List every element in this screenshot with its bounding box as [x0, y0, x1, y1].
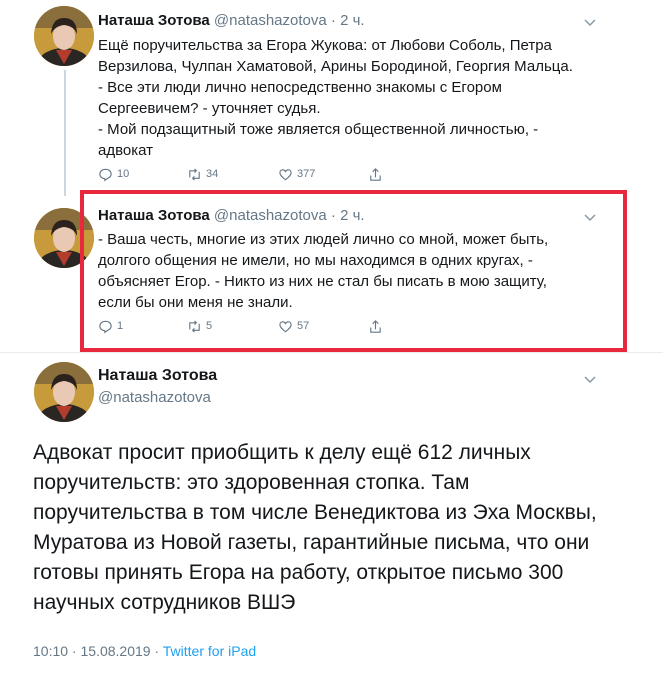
tweet-text-line: - Мой подзащитный тоже является обществе…	[98, 121, 539, 138]
tweet-text-line: Адвокат просит приобщить к делу ещё 612 …	[33, 441, 531, 464]
share-button[interactable]	[368, 164, 387, 184]
heart-icon	[279, 320, 292, 332]
tweet-date[interactable]: 15.08.2019	[81, 643, 151, 659]
tweet-text: Ещё поручительства за Егора Жукова: от Л…	[98, 35, 573, 161]
tweet-text-line: долгого общения не имели, но мы находимс…	[98, 252, 533, 269]
author-name[interactable]: Наташа Зотова	[98, 367, 217, 385]
tweet-time[interactable]: 2 ч.	[340, 207, 365, 224]
avatar[interactable]	[34, 362, 94, 422]
retweet-icon	[189, 319, 200, 333]
tweet-actions: 10 34 377	[98, 164, 398, 184]
share-icon	[370, 167, 381, 181]
thread-line	[64, 70, 66, 196]
separator-dot: ·	[326, 207, 341, 224]
tweet-text-line: Верзилова, Чулпан Хаматовой, Арины Бород…	[98, 58, 573, 75]
retweet-icon	[189, 167, 200, 181]
tweet-text-line: если бы они меня не знали.	[98, 294, 293, 311]
reply-icon	[99, 320, 112, 334]
tweet-text-line: готовы принять Егора на работу, открытое…	[33, 561, 564, 584]
reply-count: 10	[117, 168, 130, 180]
like-count: 57	[297, 320, 310, 332]
tweet-actions: 1 5 57	[98, 316, 398, 336]
share-button[interactable]	[368, 316, 387, 336]
tweet-text-line: Сергеевичем? - уточняет судья.	[98, 100, 321, 117]
author-name[interactable]: Наташа Зотова	[98, 12, 210, 29]
retweet-button[interactable]: 34	[187, 164, 218, 184]
reply-icon	[99, 168, 112, 182]
tweet-text-line: Ещё поручительства за Егора Жукова: от Л…	[98, 37, 552, 54]
tweet-time[interactable]: 2 ч.	[340, 12, 365, 29]
author-handle[interactable]: @natashazotova	[214, 207, 327, 224]
separator-dot: ·	[150, 643, 163, 659]
source-link[interactable]: Twitter for iPad	[163, 643, 256, 659]
like-button[interactable]: 57	[278, 316, 309, 336]
tweet-text-line: - Ваша честь, многие из этих людей лично…	[98, 231, 549, 248]
like-button[interactable]: 377	[278, 164, 315, 184]
tweet-text-line: поручительств: это здоровенная стопка. Т…	[33, 471, 470, 494]
like-count: 377	[297, 168, 316, 180]
tweet-text-line: - Все эти люди лично непосредственно зна…	[98, 79, 502, 96]
retweet-count: 34	[206, 168, 219, 180]
tweet: Наташа Зотова @natashazotova · 2 ч. Ещё …	[0, 0, 663, 196]
tweet-text: - Ваша честь, многие из этих людей лично…	[98, 229, 548, 313]
retweet-button[interactable]: 5	[187, 316, 212, 336]
chevron-down-icon[interactable]	[583, 372, 601, 386]
tweet-text-line: научных сотрудников ВШЭ	[33, 591, 296, 614]
tweet-text: Адвокат просит приобщить к делу ещё 612 …	[33, 438, 597, 618]
avatar[interactable]	[34, 6, 94, 66]
author-handle[interactable]: @natashazotova	[98, 389, 211, 406]
chevron-down-icon[interactable]	[583, 210, 601, 224]
tweet-time[interactable]: 10:10	[33, 643, 68, 659]
tweet-meta: 10:10 · 15.08.2019 · Twitter for iPad	[33, 643, 256, 659]
tweet-text-line: Муратова из Новой газеты, гарантийные пи…	[33, 531, 590, 554]
tweet-text-line: поручительства в том числе Венедиктова и…	[33, 501, 597, 524]
tweet: Наташа Зотова @natashazotova · 2 ч. - Ва…	[0, 196, 663, 350]
divider	[0, 352, 663, 353]
share-icon	[370, 319, 381, 333]
tweet-text-line: объясняет Егор. - Никто из них не стал б…	[98, 273, 547, 290]
tweet-header: Наташа Зотова @natashazotova · 2 ч.	[98, 206, 365, 226]
author-handle[interactable]: @natashazotova	[214, 12, 327, 29]
reply-button[interactable]: 10	[98, 164, 129, 184]
reply-count: 1	[117, 320, 124, 332]
separator-dot: ·	[68, 643, 81, 659]
tweet-text-line: адвокат	[98, 142, 154, 159]
tweet-header: Наташа Зотова @natashazotova · 2 ч.	[98, 11, 365, 31]
chevron-down-icon[interactable]	[583, 15, 601, 29]
reply-button[interactable]: 1	[98, 316, 123, 336]
separator-dot: ·	[326, 12, 341, 29]
heart-icon	[279, 168, 292, 180]
retweet-count: 5	[206, 320, 213, 332]
avatar[interactable]	[34, 208, 94, 268]
author-name[interactable]: Наташа Зотова	[98, 207, 210, 224]
